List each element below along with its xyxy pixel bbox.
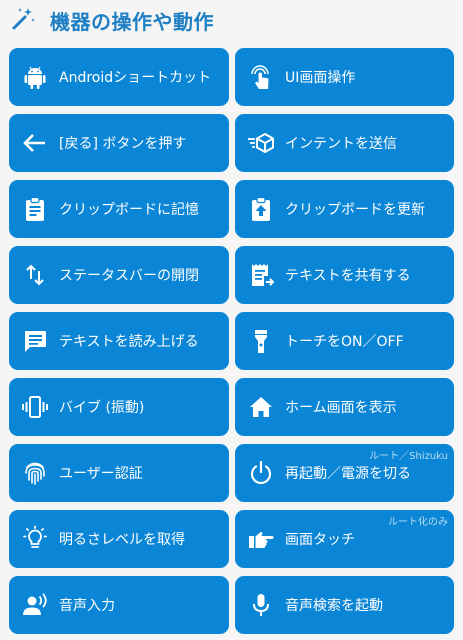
button-label: 再起動／電源を切る: [285, 466, 411, 482]
android-shortcut-button[interactable]: Androidショートカット: [9, 48, 229, 106]
start-voice-search-button[interactable]: 音声検索を起動: [235, 576, 454, 634]
toggle-statusbar-button[interactable]: ステータスバーの開閉: [9, 246, 229, 304]
button-label: インテントを送信: [285, 136, 397, 152]
page-title: 機器の操作や動作: [50, 10, 214, 34]
button-label: クリップボードを更新: [285, 202, 425, 218]
touch-icon: [247, 63, 275, 91]
button-label: 明るさレベルを取得: [59, 532, 185, 548]
share-text-button[interactable]: テキストを共有する: [235, 246, 454, 304]
swap-vertical-icon: [21, 261, 49, 289]
flashlight-icon: [247, 327, 275, 355]
pointing-hand-icon: [247, 525, 275, 553]
vibrate-icon: [21, 393, 49, 421]
get-brightness-button[interactable]: 明るさレベルを取得: [9, 510, 229, 568]
button-label: 音声入力: [59, 598, 115, 614]
clipboard-list-icon: [21, 195, 49, 223]
section-header: 機器の操作や動作: [0, 0, 463, 40]
button-label: ホーム画面を表示: [285, 400, 397, 416]
button-label: ユーザー認証: [59, 466, 143, 482]
read-text-aloud-button[interactable]: テキストを読み上げる: [9, 312, 229, 370]
button-label: ステータスバーの開閉: [59, 268, 199, 284]
voice-person-icon: [21, 591, 49, 619]
clipboard-up-icon: [247, 195, 275, 223]
send-cube-icon: [247, 129, 275, 157]
send-intent-button[interactable]: インテントを送信: [235, 114, 454, 172]
button-label: クリップボードに記憶: [59, 202, 199, 218]
button-label: 音声検索を起動: [285, 598, 383, 614]
screen-touch-button[interactable]: ルート化のみ 画面タッチ: [235, 510, 454, 568]
update-clipboard-button[interactable]: クリップボードを更新: [235, 180, 454, 238]
user-auth-button[interactable]: ユーザー認証: [9, 444, 229, 502]
press-back-button[interactable]: [戻る] ボタンを押す: [9, 114, 229, 172]
voice-input-button[interactable]: 音声入力: [9, 576, 229, 634]
button-label: UI画面操作: [285, 70, 356, 86]
fingerprint-icon: [21, 459, 49, 487]
button-label: [戻る] ボタンを押す: [59, 136, 187, 152]
button-label: 画面タッチ: [285, 532, 355, 548]
home-icon: [247, 393, 275, 421]
receipt-share-icon: [247, 261, 275, 289]
show-home-screen-button[interactable]: ホーム画面を表示: [235, 378, 454, 436]
button-label: Androidショートカット: [59, 70, 212, 86]
android-icon: [21, 63, 49, 91]
ui-screen-operation-button[interactable]: UI画面操作: [235, 48, 454, 106]
microphone-icon: [247, 591, 275, 619]
lightbulb-icon: [21, 525, 49, 553]
magic-wand-icon: [10, 6, 36, 32]
message-icon: [21, 327, 49, 355]
button-label: テキストを共有する: [285, 268, 411, 284]
vibrate-button[interactable]: バイブ (振動): [9, 378, 229, 436]
button-label: トーチをON／OFF: [285, 334, 404, 350]
arrow-left-icon: [21, 129, 49, 157]
reboot-power-off-button[interactable]: ルート／Shizuku 再起動／電源を切る: [235, 444, 454, 502]
button-label: バイブ (振動): [59, 400, 145, 416]
power-icon: [247, 459, 275, 487]
torch-toggle-button[interactable]: トーチをON／OFF: [235, 312, 454, 370]
save-to-clipboard-button[interactable]: クリップボードに記憶: [9, 180, 229, 238]
button-label: テキストを読み上げる: [59, 334, 199, 350]
